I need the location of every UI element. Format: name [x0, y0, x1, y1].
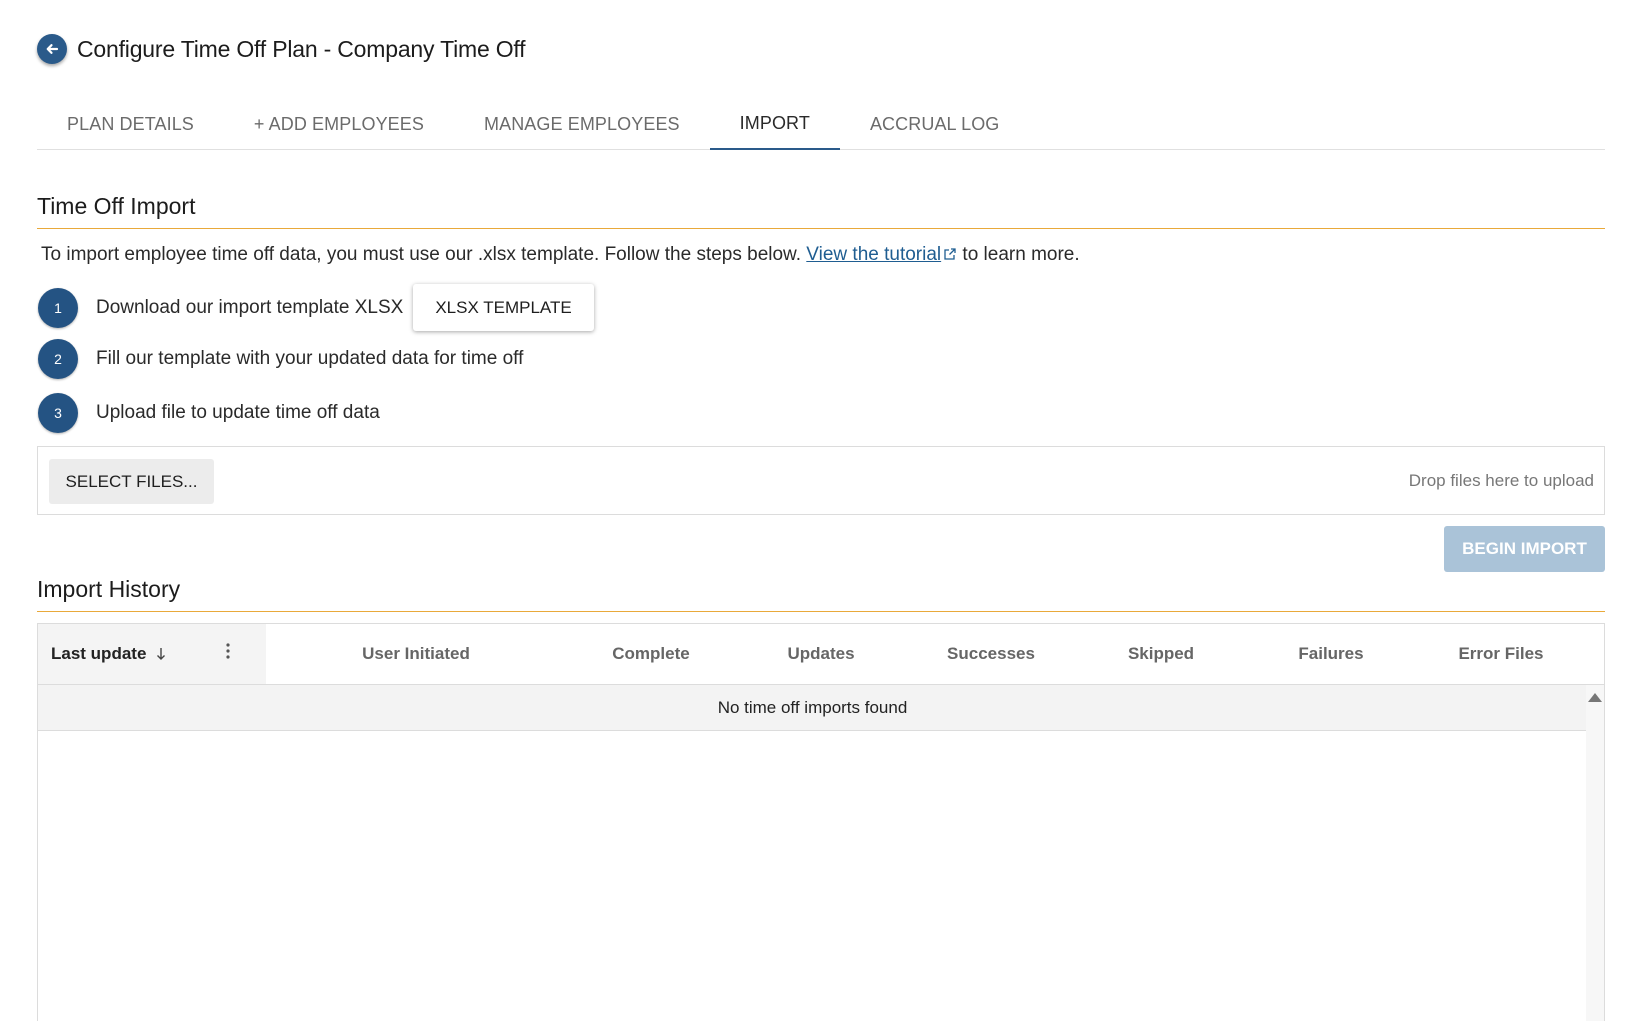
begin-import-button[interactable]: BEGIN IMPORT — [1444, 526, 1605, 572]
column-header-failures[interactable]: Failures — [1246, 644, 1416, 664]
step-number-badge: 2 — [38, 339, 78, 379]
tab-bar: PLAN DETAILS + ADD EMPLOYEES MANAGE EMPL… — [37, 98, 1605, 150]
step-number-badge: 3 — [38, 393, 78, 433]
intro-text: To import employee time off data, you mu… — [41, 244, 807, 265]
column-header-user-initiated[interactable]: User Initiated — [266, 644, 566, 664]
column-header-skipped[interactable]: Skipped — [1076, 644, 1246, 664]
step-2: 2 Fill our template with your updated da… — [38, 339, 523, 379]
select-files-button[interactable]: SELECT FILES... — [49, 459, 214, 504]
time-off-import-heading: Time Off Import — [37, 193, 1605, 229]
tab-add-employees[interactable]: + ADD EMPLOYEES — [224, 98, 454, 150]
tab-plan-details[interactable]: PLAN DETAILS — [37, 98, 224, 150]
tab-import[interactable]: IMPORT — [709, 98, 840, 150]
external-link-icon — [944, 248, 956, 260]
file-drop-zone[interactable]: SELECT FILES... Drop files here to uploa… — [37, 446, 1605, 515]
back-button[interactable] — [37, 34, 67, 64]
tutorial-link[interactable]: View the tutorial — [806, 244, 941, 265]
tab-manage-employees[interactable]: MANAGE EMPLOYEES — [454, 98, 710, 150]
empty-message: No time off imports found — [38, 685, 1587, 731]
page-title: Configure Time Off Plan - Company Time O… — [77, 35, 526, 62]
column-label: Last update — [51, 644, 147, 663]
drop-hint: Drop files here to upload — [1408, 471, 1594, 490]
import-history-heading: Import History — [37, 576, 1605, 612]
import-history-grid: Last update User Initiated Complete Upda… — [37, 623, 1605, 1021]
step-text: Download our import template XLSX — [96, 296, 404, 318]
step-text: Fill our template with your updated data… — [96, 348, 524, 369]
column-header-complete[interactable]: Complete — [566, 644, 736, 664]
scroll-up-arrow-icon[interactable] — [1588, 693, 1602, 702]
sort-descending-icon[interactable] — [156, 647, 166, 661]
column-menu-icon[interactable] — [226, 643, 230, 659]
tab-accrual-log[interactable]: ACCRUAL LOG — [840, 98, 1029, 150]
step-number-badge: 1 — [38, 287, 78, 328]
column-header-successes[interactable]: Successes — [906, 644, 1076, 664]
intro-text-end: to learn more. — [957, 244, 1080, 265]
grid-body: No time off imports found — [38, 685, 1604, 1021]
import-instructions: To import employee time off data, you mu… — [41, 244, 1080, 266]
step-text: Upload file to update time off data — [96, 402, 380, 423]
vertical-scrollbar[interactable] — [1586, 685, 1604, 1021]
column-header-last-update[interactable]: Last update — [38, 624, 266, 684]
page-header: Configure Time Off Plan - Company Time O… — [37, 34, 526, 64]
grid-header: Last update User Initiated Complete Upda… — [38, 624, 1604, 685]
arrow-left-icon — [46, 44, 59, 54]
xlsx-template-button[interactable]: XLSX TEMPLATE — [413, 284, 594, 331]
column-header-updates[interactable]: Updates — [736, 644, 906, 664]
step-1: 1 Download our import template XLSX XLSX… — [38, 284, 594, 331]
column-header-error-files[interactable]: Error Files — [1416, 644, 1586, 664]
step-3: 3 Upload file to update time off data — [38, 393, 380, 433]
